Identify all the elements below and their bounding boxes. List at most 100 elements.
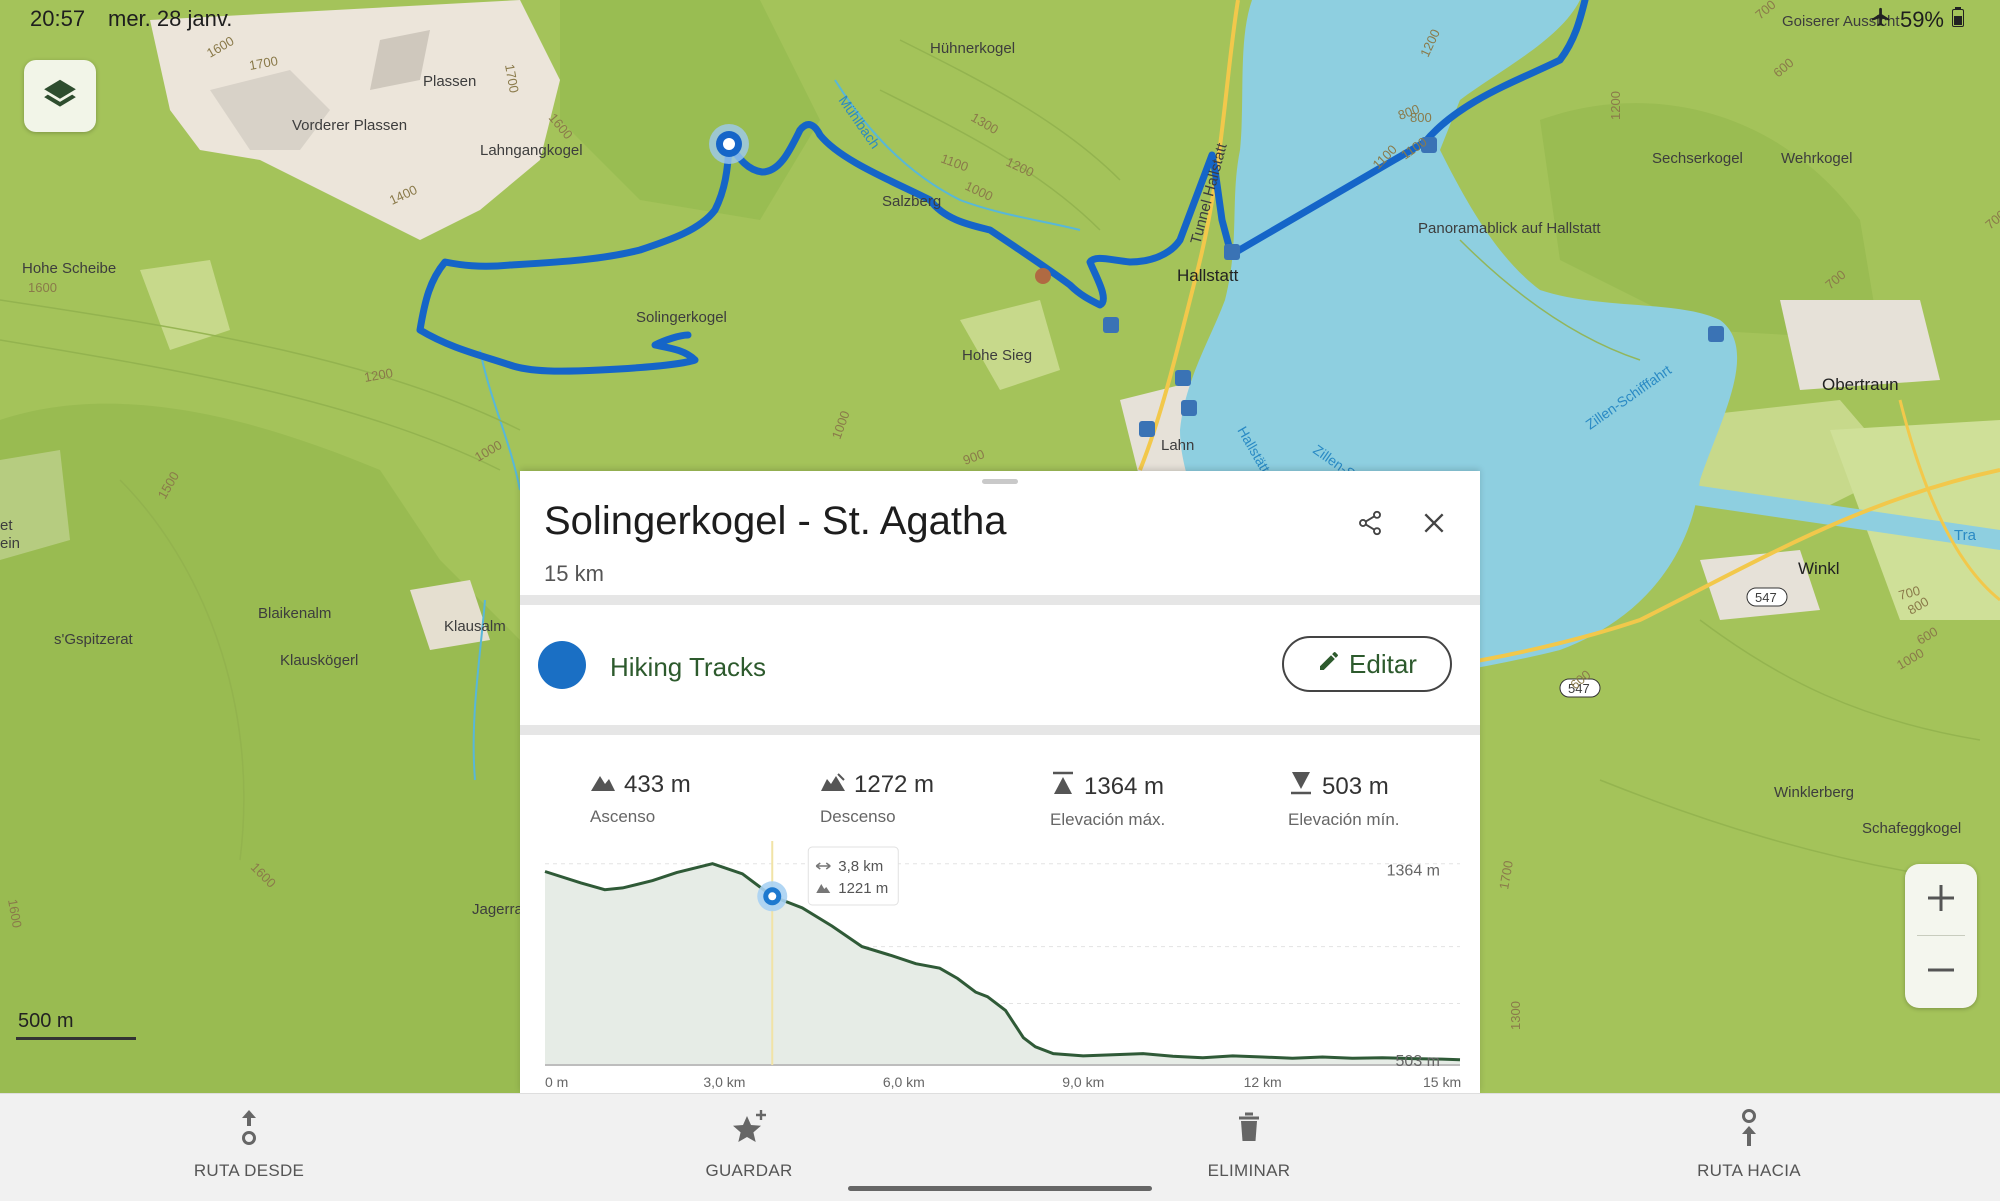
svg-text:Lahngangkogel: Lahngangkogel: [480, 142, 583, 159]
stat-ascent: 433 m Ascenso: [590, 771, 691, 827]
stat-label: Descenso: [820, 807, 896, 826]
section-divider: [520, 595, 1480, 605]
track-title: Solingerkogel - St. Agatha: [544, 499, 1007, 543]
sheet-drag-handle[interactable]: [982, 479, 1018, 484]
zoom-in-button[interactable]: [1905, 864, 1977, 936]
elevation-stats: 433 m Ascenso 1272 m Descenso 1364 m Ele…: [520, 771, 1480, 841]
save-button[interactable]: GUARDAR: [649, 1108, 849, 1181]
close-button[interactable]: [1410, 501, 1458, 549]
save-star-icon: [729, 1110, 769, 1152]
svg-text:et: et: [0, 517, 13, 534]
status-time: 20:57: [30, 6, 86, 31]
svg-text:Lahn: Lahn: [1161, 437, 1194, 454]
action-label: ELIMINAR: [1207, 1161, 1291, 1180]
home-indicator[interactable]: [848, 1186, 1152, 1191]
battery-icon: [1952, 7, 1964, 33]
map-layers-button[interactable]: [24, 60, 96, 132]
stat-descent: 1272 m Descenso: [820, 771, 934, 827]
close-icon: [1421, 510, 1447, 541]
chart-x-tick-label: 15 km: [1423, 1074, 1461, 1090]
svg-text:Plassen: Plassen: [423, 73, 476, 90]
chart-area: [545, 863, 1460, 1065]
svg-text:Hohe Sieg: Hohe Sieg: [962, 347, 1032, 364]
svg-text:Schafeggkogel: Schafeggkogel: [1862, 820, 1961, 837]
share-button[interactable]: [1346, 501, 1394, 549]
route-to-button[interactable]: RUTA HACIA: [1649, 1108, 1849, 1181]
svg-text:Hühnerkogel: Hühnerkogel: [930, 40, 1015, 57]
stat-value: 503 m: [1322, 772, 1389, 800]
svg-text:Hohe Scheibe: Hohe Scheibe: [22, 260, 116, 277]
elevation-profile-chart[interactable]: 1364 m 503 m 0 m 3,0 km 6,0 km 9,0 km 12 km 15 …: [520, 841, 1480, 1091]
svg-text:Solingerkogel: Solingerkogel: [636, 309, 727, 326]
chart-x-tick-label: 6,0 km: [883, 1074, 925, 1090]
stat-label: Ascenso: [590, 807, 656, 826]
bottom-action-bar: RUTA DESDE GUARDAR ELIMINAR RUTA HACIA: [0, 1093, 2000, 1201]
track-type-label: Hiking Tracks: [610, 652, 767, 682]
scale-bar: [16, 1037, 136, 1040]
descent-icon: [820, 771, 846, 799]
chart-x-tick-label: 12 km: [1244, 1074, 1282, 1090]
edit-button[interactable]: Editar: [1282, 636, 1452, 692]
svg-text:Vorderer Plassen: Vorderer Plassen: [292, 117, 407, 134]
svg-text:Wehrkogel: Wehrkogel: [1781, 150, 1852, 167]
svg-text:Sechserkogel: Sechserkogel: [1652, 150, 1743, 167]
chart-x-tick-label: 3,0 km: [703, 1074, 745, 1090]
contour-label: 1300: [1508, 1001, 1523, 1030]
status-bar: 20:57 mer. 28 janv. 59%: [0, 0, 2000, 36]
route-from-button[interactable]: RUTA DESDE: [149, 1108, 349, 1181]
track-distance: 15 km: [544, 561, 604, 586]
stat-label: Elevación mín.: [1288, 810, 1400, 829]
share-icon: [1356, 509, 1384, 542]
svg-text:Hallstatt: Hallstatt: [1177, 266, 1239, 285]
stat-value: 1364 m: [1084, 772, 1165, 800]
pencil-icon: [1317, 649, 1341, 680]
minus-icon: [1924, 953, 1958, 992]
track-color-indicator: [538, 641, 586, 689]
svg-text:Tra: Tra: [1954, 527, 1977, 544]
svg-text:Blaikenalm: Blaikenalm: [258, 605, 331, 622]
svg-text:Winkl: Winkl: [1798, 559, 1840, 578]
svg-text:Obertraun: Obertraun: [1822, 375, 1899, 394]
svg-text:Panoramablick auf Hallstatt: Panoramablick auf Hallstatt: [1418, 220, 1601, 237]
route-to-icon: [1734, 1109, 1764, 1152]
edit-label: Editar: [1349, 648, 1417, 679]
max-elevation-icon: [1050, 771, 1076, 802]
action-label: RUTA HACIA: [1697, 1161, 1801, 1180]
contour-label: 1200: [1608, 91, 1623, 120]
stat-min-elevation: 503 m Elevación mín.: [1288, 771, 1400, 830]
chart-x-tick-label: 9,0 km: [1062, 1074, 1104, 1090]
track-details-sheet: Solingerkogel - St. Agatha 15 km Hiking …: [520, 471, 1480, 1093]
status-indicators: 59%: [1870, 6, 1964, 34]
svg-text:Winklerberg: Winklerberg: [1774, 784, 1854, 801]
delete-button[interactable]: ELIMINAR: [1149, 1108, 1349, 1181]
svg-text:s'Gspitzerat: s'Gspitzerat: [54, 631, 134, 648]
zoom-control: [1905, 864, 1977, 1008]
scale-label: 500 m: [18, 1010, 74, 1032]
battery-percent: 59%: [1899, 7, 1944, 32]
airplane-mode-icon: [1870, 6, 1892, 34]
contour-label: 800: [1410, 110, 1432, 125]
svg-text:Klausalm: Klausalm: [444, 618, 506, 635]
chart-marker-center: [768, 892, 777, 901]
action-label: RUTA DESDE: [193, 1161, 305, 1180]
layers-icon: [41, 75, 79, 118]
action-label: GUARDAR: [705, 1161, 793, 1180]
tooltip-elevation: 1221 m: [838, 880, 888, 897]
ascent-icon: [590, 771, 616, 799]
svg-text:ein: ein: [0, 535, 20, 552]
stat-label: Elevación máx.: [1050, 810, 1166, 829]
stat-value: 1272 m: [854, 771, 935, 798]
status-date: mer. 28 janv.: [108, 6, 233, 31]
svg-text:Jagerra: Jagerra: [472, 901, 524, 918]
zoom-out-button[interactable]: [1905, 936, 1977, 1008]
min-elevation-icon: [1288, 771, 1314, 802]
stat-value: 433 m: [624, 771, 691, 798]
stat-max-elevation: 1364 m Elevación máx.: [1050, 771, 1165, 830]
svg-text:Klauskögerl: Klauskögerl: [280, 652, 358, 669]
plus-icon: [1924, 881, 1958, 920]
section-divider: [520, 725, 1480, 735]
map-scale: 500 m: [16, 1010, 136, 1040]
svg-text:547: 547: [1755, 590, 1777, 605]
chart-min-label: 503 m: [1396, 1053, 1440, 1070]
chart-x-tick-label: 0 m: [545, 1074, 568, 1090]
